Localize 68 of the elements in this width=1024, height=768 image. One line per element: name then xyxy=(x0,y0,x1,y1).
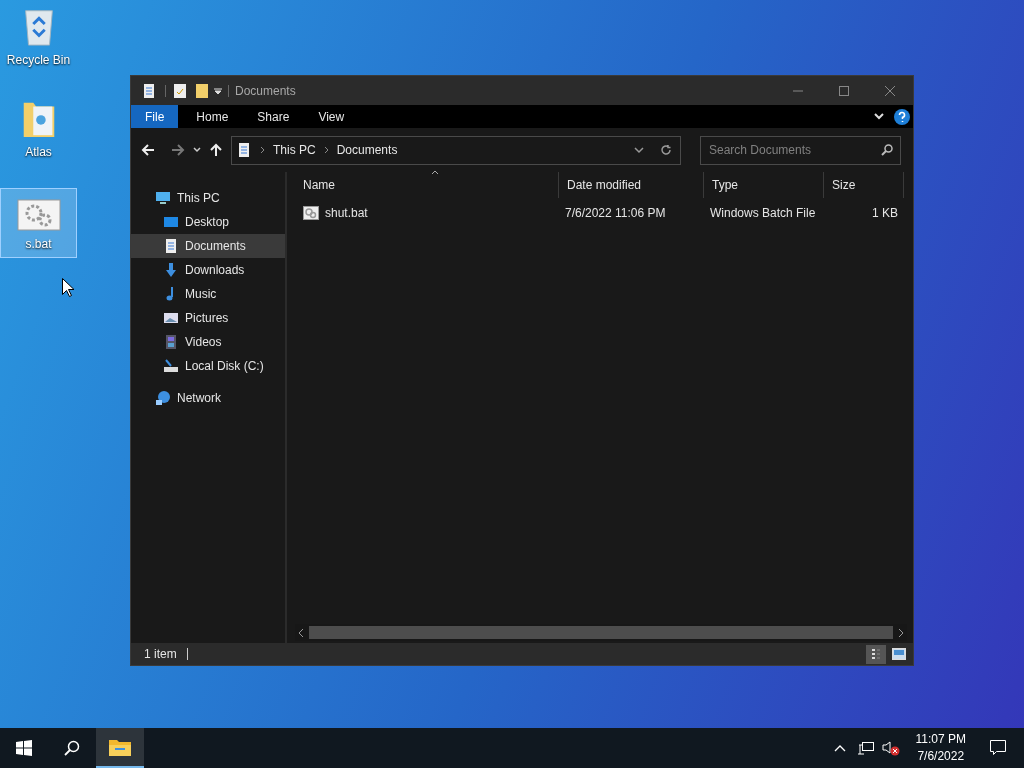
search-field[interactable]: Search Documents xyxy=(700,135,901,165)
gears-icon xyxy=(303,206,319,220)
help-icon[interactable] xyxy=(894,108,910,125)
chevron-up-icon[interactable] xyxy=(833,744,846,752)
chevron-right-icon xyxy=(323,146,329,154)
computer-icon xyxy=(155,190,171,206)
gears-icon xyxy=(16,199,61,231)
close-icon xyxy=(885,85,895,96)
nav-item[interactable]: Downloads xyxy=(131,258,285,282)
picture-icon xyxy=(892,648,906,660)
column-header[interactable]: Type xyxy=(704,172,824,198)
clock[interactable]: 11:07 PM 7/6/2022 xyxy=(909,731,972,765)
breadcrumb[interactable]: This PC xyxy=(273,141,316,159)
file-explorer-taskbar-button[interactable] xyxy=(96,728,144,768)
chevron-right-icon xyxy=(260,146,265,154)
file-name: shut.bat xyxy=(325,205,368,222)
nav-item[interactable]: Desktop xyxy=(131,210,285,234)
refresh-icon[interactable] xyxy=(660,144,672,156)
globe-icon xyxy=(155,390,171,406)
details-list-icon xyxy=(871,648,881,660)
monitor-icon xyxy=(163,214,179,230)
search-icon[interactable] xyxy=(881,143,893,156)
date-cell-text: 7/6/2022 11:06 PM xyxy=(564,205,667,222)
dropdown-icon[interactable] xyxy=(214,86,222,95)
nav-item[interactable]: Music xyxy=(131,282,285,306)
maximize-icon xyxy=(839,85,849,96)
nav-item[interactable]: This PC xyxy=(131,186,285,210)
nav-item[interactable]: Local Disk (C:) xyxy=(131,354,285,378)
column-header[interactable]: Date modified xyxy=(559,172,704,198)
forward-arrow-icon[interactable] xyxy=(171,143,185,157)
folder-icon[interactable] xyxy=(196,83,208,98)
address-bar[interactable]: This PC Documents xyxy=(231,135,681,165)
document-icon xyxy=(141,82,157,99)
picture-icon xyxy=(163,310,179,326)
document-icon xyxy=(163,238,179,254)
ribbon-tab[interactable]: View xyxy=(304,105,359,128)
column-header[interactable]: Size xyxy=(824,172,904,198)
windows-logo-icon xyxy=(16,740,32,756)
window-title: Documents xyxy=(235,82,296,100)
ribbon-tab[interactable]: Share xyxy=(243,105,304,128)
film-icon xyxy=(163,334,179,350)
notification-icon[interactable] xyxy=(990,740,1006,756)
item-count: 1 item xyxy=(144,646,177,663)
nav-item[interactable]: Documents xyxy=(131,234,285,258)
chevron-down-icon[interactable] xyxy=(193,147,201,153)
file-row[interactable]: shut.bat 7/6/2022 11:06 PM Windows Batch File 1 KB xyxy=(295,202,907,224)
muted-speaker-icon[interactable] xyxy=(881,740,900,756)
up-arrow-icon[interactable] xyxy=(209,143,223,157)
ribbon-tab[interactable]: Home xyxy=(182,105,243,128)
breadcrumb[interactable]: Documents xyxy=(336,141,398,159)
ribbon-tab[interactable]: File xyxy=(131,105,179,128)
download-arrow-icon xyxy=(163,262,179,278)
nav-item[interactable]: Network xyxy=(131,386,285,410)
folder-icon xyxy=(109,738,131,756)
chevron-down-icon[interactable] xyxy=(634,146,644,154)
search-icon xyxy=(64,740,80,756)
size-cell-text: 1 KB xyxy=(871,205,899,222)
nav-item[interactable]: Pictures xyxy=(131,306,285,330)
network-icon[interactable] xyxy=(857,741,874,755)
document-icon xyxy=(236,142,252,158)
back-arrow-icon[interactable] xyxy=(141,143,155,157)
drive-icon xyxy=(163,358,179,374)
mouse-pointer-icon xyxy=(62,278,74,297)
type-cell-text: Windows Batch File xyxy=(709,205,817,222)
nav-item[interactable]: Videos xyxy=(131,330,285,354)
column-header[interactable]: Name xyxy=(295,172,559,198)
details-view-button[interactable] xyxy=(866,644,886,664)
properties-icon[interactable] xyxy=(174,83,186,98)
